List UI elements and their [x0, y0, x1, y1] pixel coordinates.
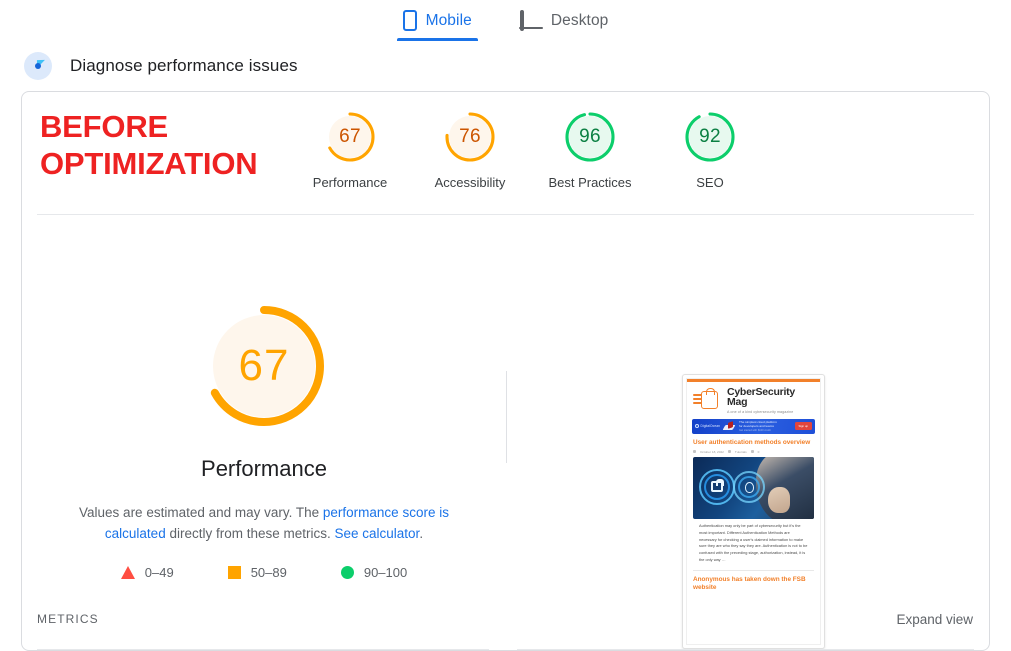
disclaimer-text-1: Values are estimated and may vary. The — [79, 505, 323, 520]
article-category: Tutorials — [734, 449, 747, 454]
digitalocean-logo-icon: DigitalOcean — [695, 424, 720, 429]
desktop-icon — [518, 10, 543, 31]
comment-icon — [750, 450, 754, 454]
ad-copy: The simplest cloud platform for develope… — [739, 420, 792, 433]
legend-item-poor: 0–49 — [120, 564, 174, 580]
gauge-label-seo: SEO — [696, 175, 724, 190]
fingerprint-icon — [745, 481, 754, 493]
gauge-ring-accessibility: 76 — [443, 110, 497, 164]
see-calculator-link[interactable]: See calculator — [335, 526, 420, 541]
mobile-icon — [402, 10, 417, 31]
category-score-list: 67 Performance 76 Accessibility 96 Best … — [290, 110, 770, 190]
article-meta: October 18, 2022 Tutorials 0 — [693, 450, 814, 454]
legend-label-poor: 0–49 — [144, 564, 174, 580]
section-vertical-divider — [506, 371, 507, 463]
calendar-icon — [693, 450, 696, 454]
gauge-value-seo: 92 — [699, 126, 721, 147]
expand-view-button[interactable]: Expand view — [896, 612, 973, 627]
next-article-title[interactable]: Anonymous has taken down the FSB website — [687, 571, 820, 593]
legend-item-average: 50–89 — [227, 564, 287, 580]
gauge-value-best-practices: 96 — [579, 126, 601, 147]
ad-fine-print: Get started with $100 credit — [738, 429, 771, 433]
ad-cube-icon — [724, 422, 736, 431]
gauge-label-performance: Performance — [312, 175, 388, 190]
gauge-value-accessibility: 76 — [459, 126, 481, 147]
gauge-ring-primary: 67 — [199, 301, 329, 431]
category-score-performance[interactable]: 67 Performance — [290, 110, 410, 190]
ad-cta-button[interactable]: Sign up — [794, 422, 812, 431]
category-score-seo[interactable]: 92 SEO — [650, 110, 770, 190]
folder-icon — [727, 450, 731, 454]
site-logo-icon — [693, 388, 723, 411]
legend-item-good: 90–100 — [340, 564, 408, 580]
tab-mobile[interactable]: Mobile — [396, 0, 478, 41]
category-score-best-practices[interactable]: 96 Best Practices — [530, 110, 650, 190]
article-comment-count: 0 — [757, 449, 760, 454]
banner-title-line1: BEFORE — [40, 109, 168, 144]
disclaimer-text-2: directly from these metrics. — [165, 525, 335, 541]
circle-icon — [340, 565, 354, 579]
score-legend: 0–49 50–89 90–100 — [120, 564, 408, 580]
site-header: CyberSecurity Mag A one of a kind cybers… — [687, 382, 820, 417]
footer-divider-left — [37, 649, 489, 650]
report-banner: BEFORE OPTIMIZATION 67 Performance 76 Ac… — [22, 92, 989, 215]
diagnose-banner: Diagnose performance issues — [24, 52, 298, 80]
lock-icon — [711, 478, 724, 492]
disclaimer-text-3: . — [419, 525, 424, 541]
gauge-value-performance: 67 — [339, 126, 361, 147]
square-icon — [227, 565, 241, 579]
advertisement-banner[interactable]: DigitalOcean The simplest cloud platform… — [692, 418, 815, 434]
gauge-ring-best-practices: 96 — [563, 110, 617, 164]
banner-title-line2: OPTIMIZATION — [40, 145, 258, 181]
site-tagline: A one of a kind cybersecurity magazine — [727, 409, 794, 414]
tab-mobile-label: Mobile — [425, 11, 472, 29]
article-title[interactable]: User authentication methods overview — [693, 439, 814, 447]
legend-label-good: 90–100 — [363, 564, 408, 580]
report-footer: METRICS Expand view — [22, 608, 989, 650]
article-hero-image — [693, 456, 814, 519]
gauge-ring-performance: 67 — [323, 110, 377, 164]
lighthouse-report-card: BEFORE OPTIMIZATION 67 Performance 76 Ac… — [21, 91, 990, 651]
gauge-label-best-practices: Best Practices — [548, 175, 632, 190]
device-tab-strip: Mobile Desktop — [0, 0, 1011, 44]
active-tab-indicator — [396, 38, 478, 41]
gauge-value-primary: 67 — [238, 341, 290, 390]
legend-label-average: 50–89 — [250, 564, 287, 580]
page-screenshot-frame: CyberSecurity Mag A one of a kind cybers… — [686, 378, 821, 645]
triangle-icon — [120, 565, 135, 579]
page-title: BEFORE OPTIMIZATION — [40, 109, 258, 183]
site-brand-name: CyberSecurity Mag — [727, 385, 795, 408]
tab-desktop[interactable]: Desktop — [514, 0, 615, 41]
footer-divider-right — [517, 649, 974, 650]
category-score-accessibility[interactable]: 76 Accessibility — [410, 110, 530, 190]
primary-score-section: 67 Performance Values are estimated and … — [22, 215, 506, 580]
gauge-ring-seo: 92 — [683, 110, 737, 164]
site-brand-block: CyberSecurity Mag A one of a kind cybers… — [727, 385, 814, 414]
article-block: User authentication methods overview Oct… — [687, 434, 820, 564]
article-date: October 18, 2022 — [700, 449, 724, 454]
primary-score-label: Performance — [201, 456, 327, 481]
diagnose-label: Diagnose performance issues — [70, 56, 298, 75]
speedometer-icon — [24, 52, 52, 80]
metrics-section-label: METRICS — [37, 612, 99, 626]
report-body: 67 Performance Values are estimated and … — [22, 215, 989, 650]
article-excerpt: Authentication may only be part of cyber… — [699, 522, 808, 563]
tab-desktop-label: Desktop — [550, 11, 609, 29]
gauge-label-accessibility: Accessibility — [434, 175, 506, 190]
ad-brand-name: DigitalOcean — [700, 424, 720, 429]
score-disclaimer: Values are estimated and may vary. The p… — [67, 503, 462, 545]
